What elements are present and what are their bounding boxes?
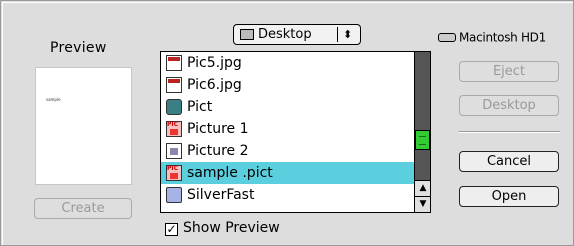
- file-name: SilverFast: [187, 187, 255, 203]
- list-item[interactable]: Picture 1: [161, 118, 414, 140]
- preview-thumbnail-text: sample: [46, 97, 61, 102]
- list-item[interactable]: Pic6.jpg: [161, 74, 414, 96]
- create-button[interactable]: Create: [34, 198, 132, 219]
- list-item[interactable]: Pic5.jpg: [161, 52, 414, 74]
- desktop-icon: [240, 29, 254, 40]
- list-item[interactable]: Pict: [161, 96, 414, 118]
- pict-file-icon: [166, 121, 182, 137]
- file-name: Pic5.jpg: [187, 55, 242, 71]
- open-button-default-ring: [1, 1, 109, 30]
- popup-divider: [337, 27, 338, 42]
- list-item-selected[interactable]: sample .pict: [161, 162, 414, 184]
- list-item[interactable]: SilverFast: [161, 184, 414, 206]
- vertical-scrollbar[interactable]: ▲ ▼: [414, 52, 430, 212]
- file-name: Picture 2: [187, 143, 249, 159]
- eject-button[interactable]: Eject: [459, 61, 559, 82]
- hard-disk-icon: [438, 33, 456, 42]
- folder-icon: [166, 187, 182, 203]
- open-button[interactable]: Open: [459, 186, 559, 207]
- scroll-thumb[interactable]: [415, 130, 430, 150]
- desktop-button[interactable]: Desktop: [459, 95, 559, 116]
- open-file-dialog: Preview sample Create Desktop ⬍ Macintos…: [0, 0, 574, 246]
- location-popup[interactable]: Desktop ⬍: [233, 24, 361, 45]
- show-preview-label[interactable]: Show Preview: [183, 220, 280, 236]
- cancel-button[interactable]: Cancel: [459, 151, 559, 172]
- jpeg-file-icon: [166, 77, 182, 93]
- document-file-icon: [166, 143, 182, 159]
- list-item[interactable]: Picture 2: [161, 140, 414, 162]
- button-divider: [459, 131, 560, 133]
- location-popup-label: Desktop: [258, 27, 312, 42]
- preview-thumbnail: sample: [35, 67, 132, 185]
- scroll-down-arrow-icon[interactable]: ▼: [415, 196, 430, 212]
- jpeg-file-icon: [166, 55, 182, 71]
- preview-label: Preview: [50, 40, 107, 56]
- show-preview-checkbox[interactable]: ✓: [165, 223, 178, 236]
- file-name: sample .pict: [187, 165, 273, 181]
- pict-file-icon: [166, 165, 182, 181]
- file-list[interactable]: Pic5.jpg Pic6.jpg Pict Picture 1 Picture…: [160, 51, 431, 213]
- volume-name: Macintosh HD1: [459, 30, 546, 45]
- application-icon: [166, 99, 182, 115]
- scroll-up-arrow-icon[interactable]: ▲: [415, 180, 430, 197]
- volume-indicator: Macintosh HD1: [438, 30, 546, 45]
- file-name: Pic6.jpg: [187, 77, 242, 93]
- file-name: Picture 1: [187, 121, 249, 137]
- file-name: Pict: [187, 99, 213, 115]
- popup-arrows-icon: ⬍: [343, 28, 353, 41]
